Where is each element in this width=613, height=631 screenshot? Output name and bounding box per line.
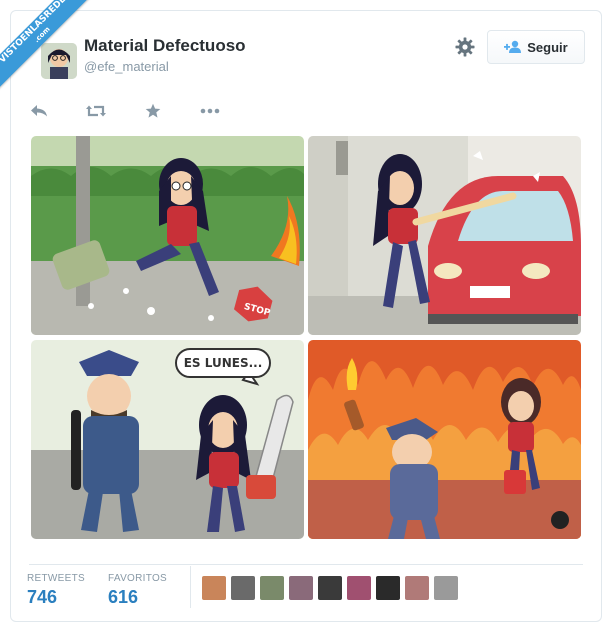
tweet-card: Material Defectuoso @efe_material Seguir… (10, 10, 602, 622)
stats-separator (190, 566, 191, 608)
tweet-media-comic[interactable]: STOP ES LUNES... (31, 136, 581, 539)
author-handle[interactable]: @efe_material (84, 59, 169, 74)
follow-button-label: Seguir (527, 39, 568, 55)
retweets-count[interactable]: 746 (27, 587, 57, 608)
panel-fire-molotov (308, 340, 581, 539)
gear-icon[interactable] (455, 37, 475, 57)
avatar-illustration-icon (41, 43, 77, 79)
favorites-count[interactable]: 616 (108, 587, 138, 608)
more-icon[interactable] (200, 101, 220, 121)
follow-button[interactable]: Seguir (487, 30, 585, 64)
stats-divider (29, 564, 583, 565)
tweet-actions (29, 101, 257, 121)
favoriters-list (202, 576, 463, 600)
favorites-label: FAVORITOS (108, 573, 168, 584)
favoriter-avatar[interactable] (260, 576, 284, 600)
panel-kick-mailbox: STOP (31, 136, 304, 335)
reply-icon[interactable] (29, 101, 49, 121)
favoriter-avatar[interactable] (347, 576, 371, 600)
panel-police-chainsaw: ES LUNES... (31, 340, 304, 539)
author-name[interactable]: Material Defectuoso (84, 36, 246, 56)
favoriter-avatar[interactable] (434, 576, 458, 600)
favoriter-avatar[interactable] (231, 576, 255, 600)
add-user-icon (504, 40, 522, 53)
favoriter-avatar[interactable] (202, 576, 226, 600)
retweets-label: RETWEETS (27, 573, 85, 584)
favoriter-avatar[interactable] (318, 576, 342, 600)
retweet-icon[interactable] (86, 101, 106, 121)
favoriter-avatar[interactable] (289, 576, 313, 600)
favoriter-avatar[interactable] (376, 576, 400, 600)
avatar[interactable] (41, 43, 77, 79)
speech-bubble: ES LUNES... (175, 348, 271, 378)
favoriter-avatar[interactable] (405, 576, 429, 600)
panel-smash-car (308, 136, 581, 335)
favorite-star-icon[interactable] (143, 101, 163, 121)
